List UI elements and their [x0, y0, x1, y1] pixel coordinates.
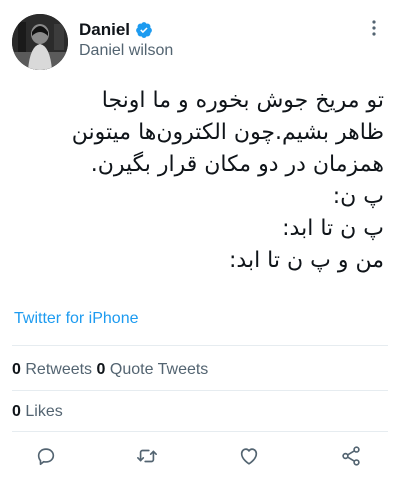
- author-handle[interactable]: Daniel wilson: [79, 42, 173, 60]
- tweet-text-line: ظاهر بشیم.چون الکترون‌ها میتونن: [71, 120, 384, 145]
- quote-tweets-label: Quote Tweets: [109, 361, 209, 378]
- likes-stat[interactable]: 0 Likes: [12, 403, 63, 420]
- tweet-text-line: پ ن:: [332, 184, 384, 209]
- name-row: Daniel: [79, 20, 153, 40]
- tweet-header: Daniel Daniel wilson: [0, 0, 400, 80]
- quote-tweets-count: 0: [96, 361, 106, 378]
- retweets-label: Retweets: [25, 361, 93, 378]
- retweet-icon[interactable]: [133, 442, 161, 470]
- share-icon[interactable]: [337, 442, 365, 470]
- tweet-text: تو مریخ جوش بخوره و ما اونجا ظاهر بشیم.چ…: [10, 85, 384, 277]
- quote-tweets-stat[interactable]: 0 Quote Tweets: [97, 361, 209, 378]
- tweet-text-line: تو مریخ جوش بخوره و ما اونجا: [101, 88, 384, 113]
- tweet-source-link[interactable]: Twitter for iPhone: [14, 310, 139, 328]
- likes-stats-row: 0 Likes: [12, 403, 63, 421]
- avatar-image: [12, 14, 68, 70]
- tweet-text-line: پ ن تا ابد:: [282, 216, 384, 241]
- verified-badge-icon: [135, 21, 153, 39]
- likes-count: 0: [12, 403, 21, 420]
- divider: [12, 390, 388, 391]
- divider: [12, 345, 388, 346]
- tweet-actions-bar: [0, 438, 400, 474]
- retweet-stats-row: 0 Retweets 0 Quote Tweets: [12, 361, 208, 379]
- retweets-count: 0: [12, 361, 21, 378]
- heart-icon[interactable]: [235, 442, 263, 470]
- display-name[interactable]: Daniel: [79, 20, 130, 40]
- likes-label: Likes: [25, 403, 63, 420]
- more-vertical-icon[interactable]: [366, 18, 382, 38]
- avatar[interactable]: [12, 14, 68, 70]
- reply-icon[interactable]: [32, 442, 60, 470]
- tweet-text-line: من و پ ن تا ابد:: [228, 248, 384, 273]
- retweets-stat[interactable]: 0 Retweets: [12, 361, 92, 378]
- divider: [12, 431, 388, 432]
- tweet-text-line: همزمان در دو مکان قرار بگیرن.: [90, 152, 384, 177]
